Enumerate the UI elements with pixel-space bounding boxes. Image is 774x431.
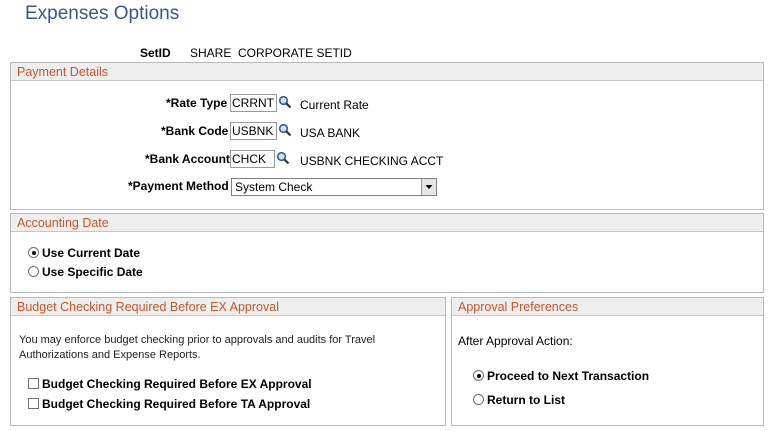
proceed-next-transaction-radio[interactable] (473, 370, 484, 381)
budget-check-ta-label: Budget Checking Required Before TA Appro… (42, 397, 311, 411)
bank-code-description: USA BANK (300, 126, 361, 140)
payment-method-dropdown-button[interactable] (421, 179, 436, 195)
budget-check-ex-label: Budget Checking Required Before EX Appro… (42, 377, 312, 391)
bank-code-label: *Bank Code (161, 124, 229, 138)
after-approval-action-label: After Approval Action: (458, 334, 573, 348)
rate-type-label: *Rate Type (166, 96, 228, 110)
budget-check-ex-checkbox[interactable] (28, 378, 39, 389)
setid-code: SHARE (190, 46, 232, 60)
payment-method-label: *Payment Method (128, 179, 229, 193)
chevron-down-icon (425, 185, 433, 189)
accounting-date-header: Accounting Date (11, 214, 763, 232)
use-specific-date-label: Use Specific Date (42, 265, 143, 279)
bank-account-label: *Bank Account (145, 152, 230, 166)
return-to-list-label: Return to List (487, 393, 565, 407)
rate-type-lookup-icon[interactable] (278, 95, 292, 109)
use-specific-date-radio[interactable] (28, 266, 39, 277)
payment-method-select[interactable]: System Check (231, 178, 437, 196)
budget-checking-header: Budget Checking Required Before EX Appro… (11, 298, 445, 316)
budget-checking-note-line1: You may enforce budget checking prior to… (19, 334, 376, 346)
payment-method-value: System Check (235, 180, 313, 194)
setid-description: CORPORATE SETID (238, 46, 352, 60)
bank-account-lookup-icon[interactable] (276, 151, 290, 165)
rate-type-input[interactable]: CRRNT (230, 94, 277, 112)
rate-type-description: Current Rate (300, 98, 369, 112)
approval-preferences-header: Approval Preferences (452, 298, 763, 316)
bank-account-input[interactable]: CHCK (230, 150, 275, 168)
bank-code-input[interactable]: USBNK (230, 122, 277, 140)
bank-account-description: USBNK CHECKING ACCT (300, 154, 444, 168)
return-to-list-radio[interactable] (473, 394, 484, 405)
payment-details-header: Payment Details (11, 63, 763, 81)
proceed-next-transaction-label: Proceed to Next Transaction (487, 369, 650, 383)
budget-checking-note-line2: Authorizations and Expense Reports. (19, 349, 201, 361)
setid-label: SetID (140, 46, 171, 60)
use-current-date-radio[interactable] (28, 247, 39, 258)
bank-code-lookup-icon[interactable] (278, 123, 292, 137)
page-title: Expenses Options (25, 3, 180, 24)
use-current-date-label: Use Current Date (42, 246, 141, 260)
budget-check-ta-checkbox[interactable] (28, 398, 39, 409)
